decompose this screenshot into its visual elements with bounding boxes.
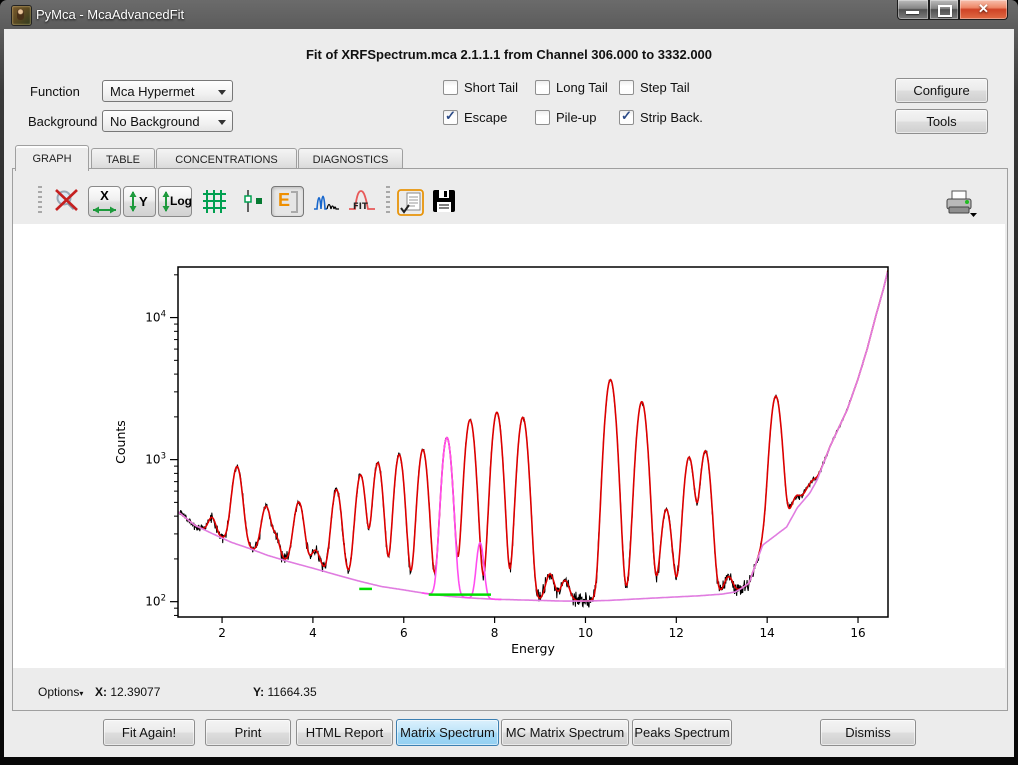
tools-button[interactable]: Tools	[895, 109, 988, 134]
checkbox-escape[interactable]: Escape	[443, 110, 507, 125]
horizontal-arrow-icon	[89, 205, 120, 215]
chevron-down-icon	[218, 120, 226, 125]
spectrum-curves-icon[interactable]	[313, 188, 341, 220]
y-autoscale-label: Y	[139, 194, 148, 209]
checkbox-strip-back[interactable]: Strip Back.	[619, 110, 703, 125]
x-tick-label: 6	[400, 626, 408, 640]
options-menu[interactable]: Options▾	[38, 685, 83, 699]
checkbox-label: Long Tail	[556, 80, 608, 95]
checkbox-box	[443, 80, 458, 95]
x-tick-label: 8	[491, 626, 499, 640]
y-axis-label: Counts	[113, 420, 128, 464]
y-readout-value: 11664.35	[267, 685, 316, 699]
checkbox-box	[443, 110, 458, 125]
x-autoscale-label: X	[89, 188, 120, 203]
checkbox-short-tail[interactable]: Short Tail	[443, 80, 518, 95]
fit-icon-label: FIT	[353, 202, 368, 212]
minimize-icon	[906, 11, 919, 14]
energy-toggle-button[interactable]: E	[271, 186, 304, 217]
tab-diagnostics[interactable]: DIAGNOSTICS	[298, 148, 403, 170]
report-document-icon[interactable]	[396, 188, 426, 222]
energy-toggle-label: E	[278, 190, 290, 211]
minimize-button[interactable]	[897, 0, 929, 20]
x-axis-label: Energy	[511, 641, 555, 656]
print-button[interactable]: Print	[205, 719, 291, 746]
cursor-y-readout: Y: 11664.35	[253, 685, 317, 699]
function-label: Function	[30, 84, 80, 99]
y-tick-label: 102	[145, 594, 166, 609]
checkbox-label: Pile-up	[556, 110, 596, 125]
checkbox-box	[535, 80, 550, 95]
x-tick-label: 16	[850, 626, 865, 640]
vertical-arrow-icon	[128, 188, 138, 215]
toolbar-drag-handle[interactable]	[386, 186, 390, 216]
html-report-button[interactable]: HTML Report	[296, 719, 393, 746]
log-toggle-label: Log	[170, 194, 192, 208]
bracket-icon	[290, 190, 300, 214]
checkbox-step-tail[interactable]: Step Tail	[619, 80, 690, 95]
checkbox-pile-up[interactable]: Pile-up	[535, 110, 596, 125]
chevron-down-icon	[218, 90, 226, 95]
save-icon[interactable]	[431, 188, 458, 220]
chevron-down-icon: ▾	[79, 689, 83, 698]
checkbox-label: Step Tail	[640, 80, 690, 95]
maximize-button[interactable]	[929, 0, 959, 20]
x-readout-value: 12.39077	[110, 685, 160, 699]
tab-graph[interactable]: GRAPH	[15, 145, 89, 171]
fit-title: Fit of XRFSpectrum.mca 2.1.1.1 from Chan…	[0, 47, 1018, 62]
zoom-reset-icon[interactable]	[53, 188, 81, 220]
mc-matrix-spectrum-button[interactable]: MC Matrix Spectrum	[501, 719, 629, 746]
toolbar-drag-handle[interactable]	[38, 186, 42, 216]
y-readout-label: Y:	[253, 685, 264, 699]
peaks-spectrum-button[interactable]: Peaks Spectrum	[632, 719, 732, 746]
x-tick-label: 14	[760, 626, 775, 640]
function-value: Mca Hypermet	[110, 84, 195, 99]
background-combobox[interactable]: No Background	[102, 110, 233, 132]
maximize-icon	[938, 5, 952, 17]
y-autoscale-button[interactable]: Y	[123, 186, 156, 217]
fit-icon[interactable]: FIT	[347, 188, 377, 220]
y-tick-label: 103	[145, 452, 166, 467]
background-label: Background	[28, 114, 97, 129]
app-window: PyMca - McaAdvancedFit ✕ Fit of XRFSpect…	[0, 0, 1018, 765]
checkbox-label: Short Tail	[464, 80, 518, 95]
dismiss-button[interactable]: Dismiss	[820, 719, 916, 746]
checkbox-long-tail[interactable]: Long Tail	[535, 80, 608, 95]
app-icon	[11, 5, 32, 26]
fit-again-button[interactable]: Fit Again!	[103, 719, 195, 746]
checkbox-box	[619, 110, 634, 125]
checkbox-box	[535, 110, 550, 125]
print-icon[interactable]	[943, 188, 979, 223]
options-label: Options	[38, 685, 79, 699]
peak-markers-icon[interactable]	[240, 188, 267, 220]
spectrum-plot[interactable]: 102 103 104 2 4 6 8 10 12 14 16 Energy Counts	[13, 224, 1005, 668]
checkbox-label: Strip Back.	[640, 110, 703, 125]
grid-toggle-icon[interactable]	[201, 188, 228, 220]
x-tick-label: 10	[578, 626, 593, 640]
close-icon: ✕	[960, 1, 1007, 17]
x-autoscale-button[interactable]: X	[88, 186, 121, 217]
configure-button[interactable]: Configure	[895, 78, 988, 103]
checkbox-box	[619, 80, 634, 95]
window-controls: ✕	[897, 0, 1008, 20]
window-title: PyMca - McaAdvancedFit	[36, 7, 184, 22]
y-tick-label: 104	[145, 310, 166, 325]
tab-concentrations[interactable]: CONCENTRATIONS	[156, 148, 297, 170]
x-tick-label: 4	[309, 626, 317, 640]
function-combobox[interactable]: Mca Hypermet	[102, 80, 233, 102]
x-readout-label: X:	[95, 685, 107, 699]
matrix-spectrum-button[interactable]: Matrix Spectrum	[396, 719, 499, 746]
x-tick-label: 2	[218, 626, 226, 640]
checkbox-label: Escape	[464, 110, 507, 125]
background-value: No Background	[110, 114, 200, 129]
close-button[interactable]: ✕	[959, 0, 1008, 20]
cursor-x-readout: X: 12.39077	[95, 685, 160, 699]
tab-table[interactable]: TABLE	[91, 148, 155, 170]
log-toggle-button[interactable]: Log	[158, 186, 192, 217]
x-tick-label: 12	[669, 626, 684, 640]
